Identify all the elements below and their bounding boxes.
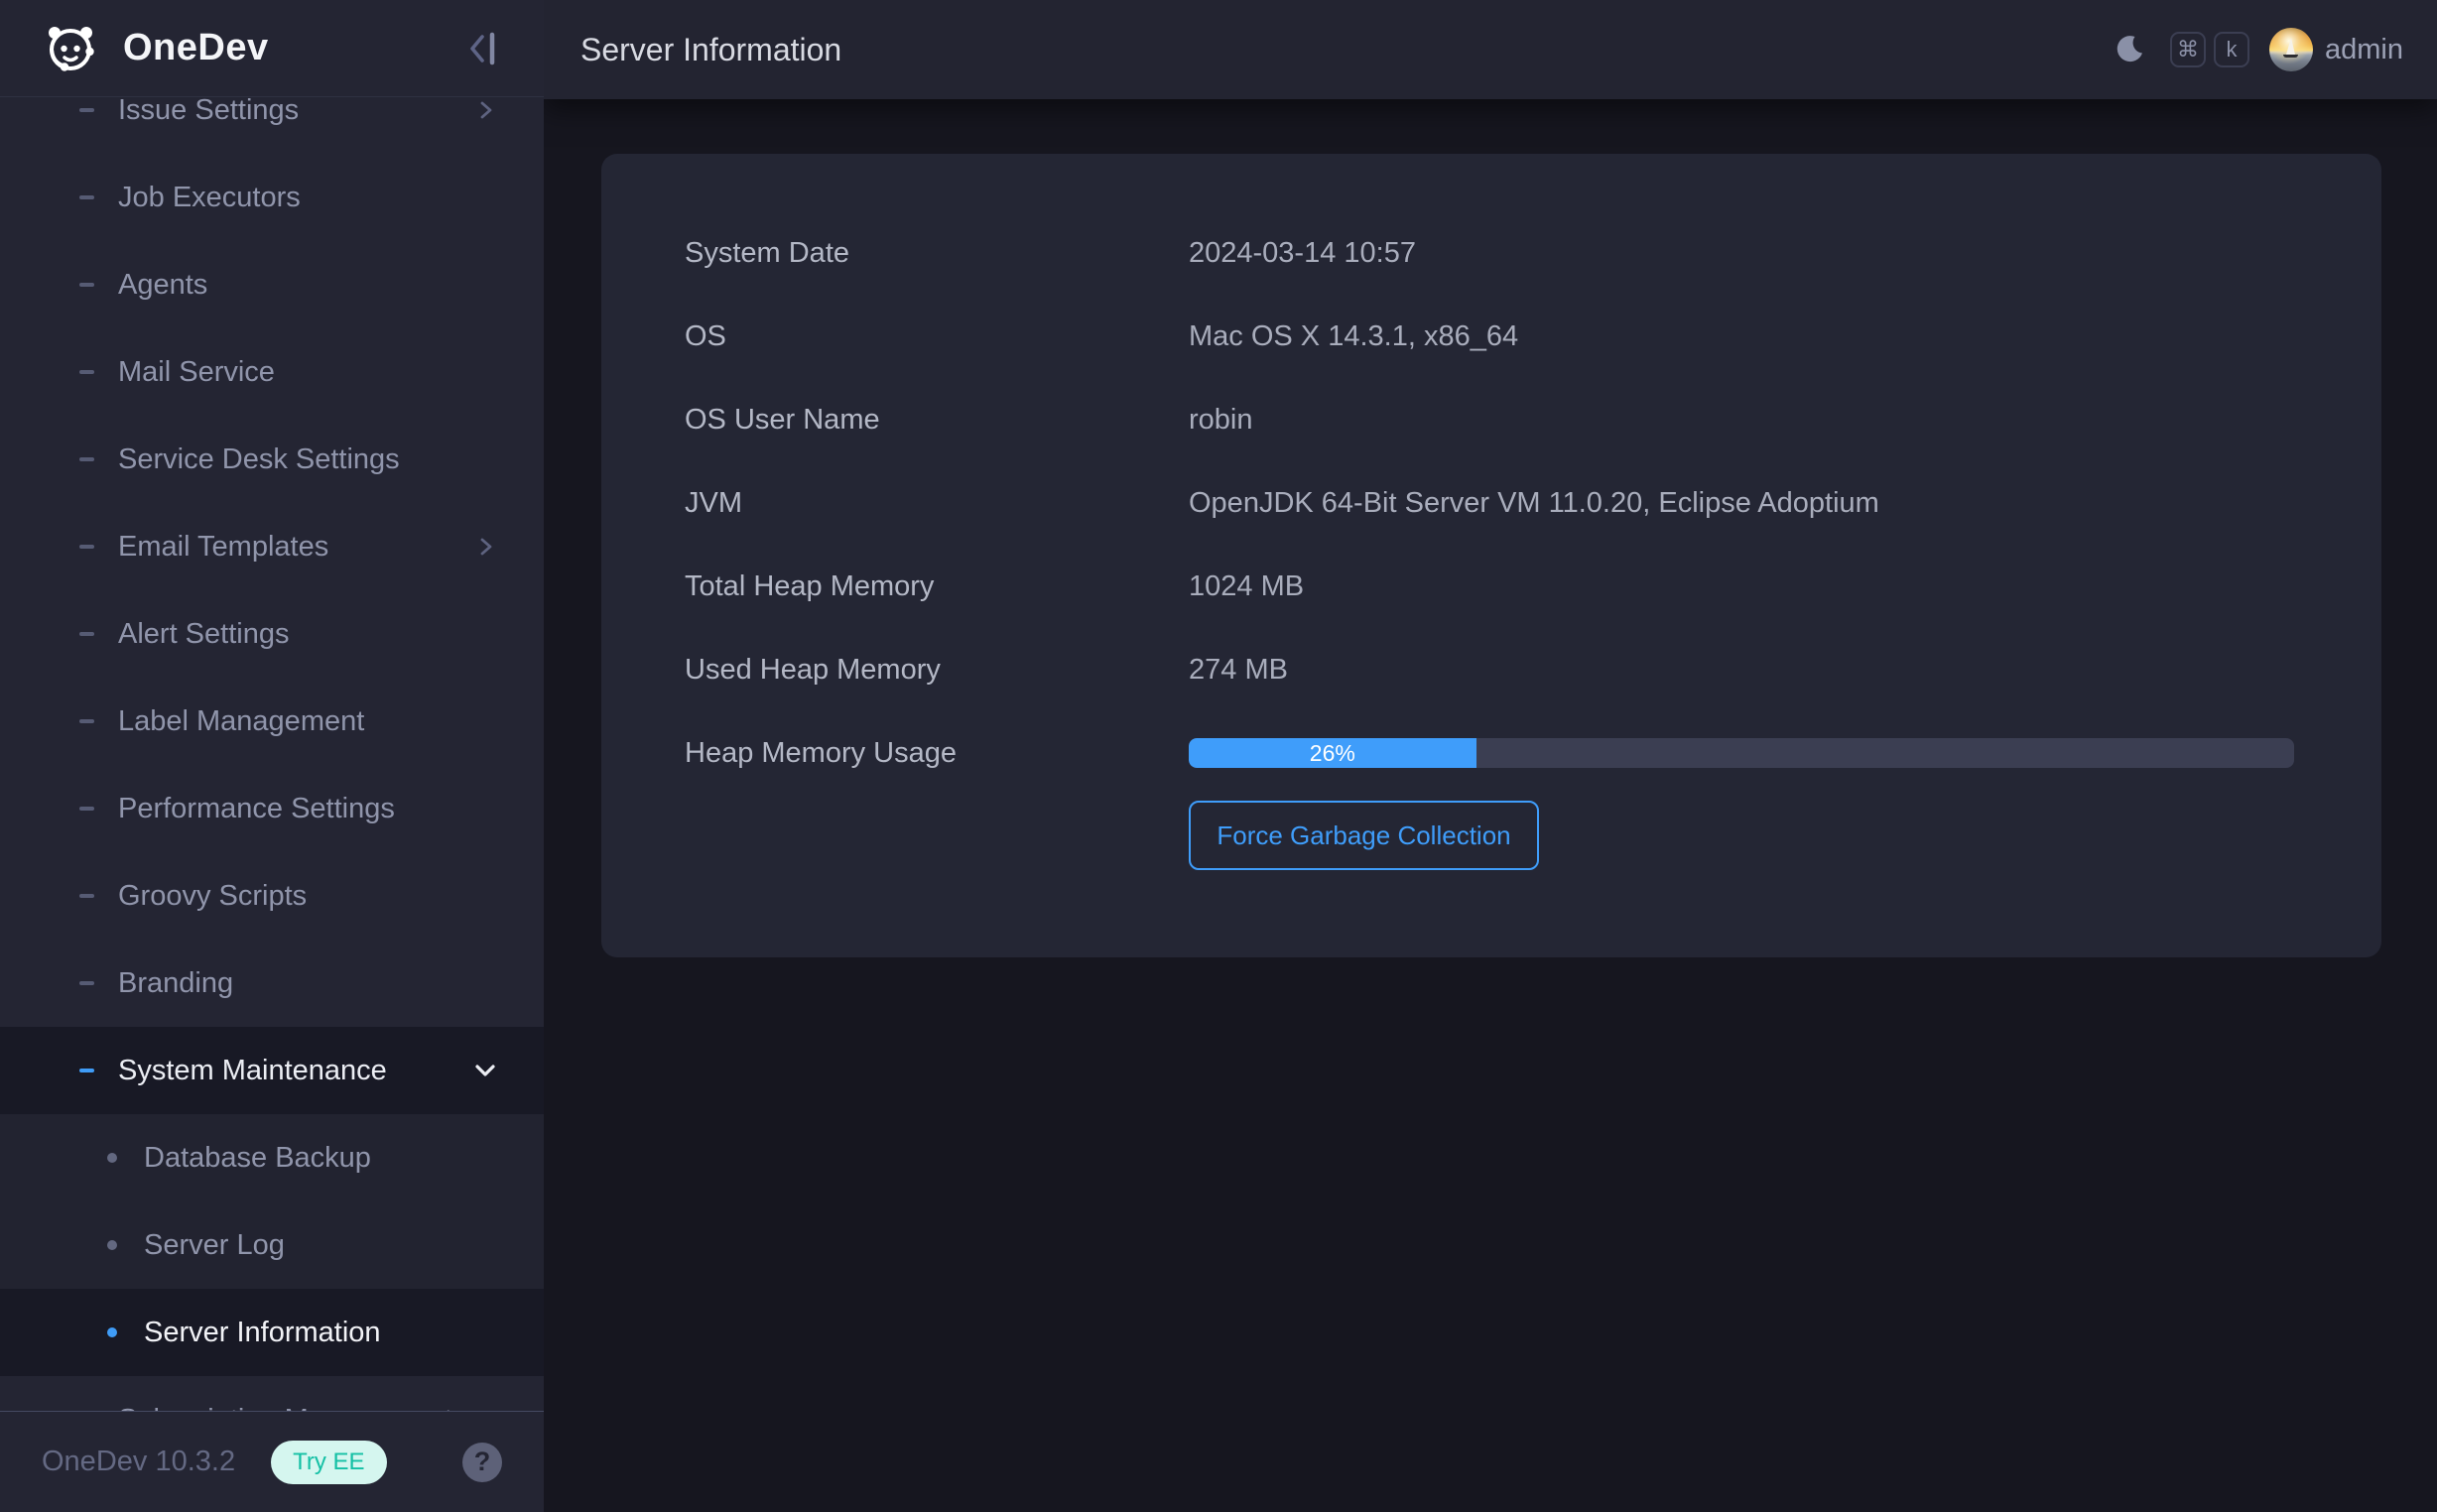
sidebar-item-agents[interactable]: Agents — [0, 241, 544, 328]
sidebar-item-label: Label Management — [118, 705, 498, 738]
sidebar-item-alert-settings[interactable]: Alert Settings — [0, 590, 544, 678]
heap-usage-progress-fill: 26% — [1189, 738, 1476, 768]
dash-icon — [79, 1069, 94, 1072]
sidebar-item-label: Performance Settings — [118, 793, 498, 825]
server-info-card: System Date 2024-03-14 10:57 OS Mac OS X… — [601, 154, 2381, 957]
user-avatar[interactable] — [2269, 28, 2313, 71]
info-label: Total Heap Memory — [685, 570, 1189, 603]
info-row-used-heap-memory: Used Heap Memory 274 MB — [685, 628, 2294, 711]
sidebar-item-label: System Maintenance — [118, 1055, 472, 1087]
info-value: OpenJDK 64-Bit Server VM 11.0.20, Eclips… — [1189, 487, 1879, 520]
dark-mode-moon-icon[interactable] — [2114, 34, 2145, 65]
dash-icon — [79, 195, 94, 199]
bullet-icon — [107, 1153, 117, 1163]
dash-icon — [79, 719, 94, 723]
sidebar-item-mail-service[interactable]: Mail Service — [0, 328, 544, 416]
dash-icon — [79, 545, 94, 549]
heap-usage-progress-bar: 26% — [1189, 738, 2294, 768]
info-row-system-date: System Date 2024-03-14 10:57 — [685, 211, 2294, 295]
info-row-os-user-name: OS User Name robin — [685, 378, 2294, 461]
cmd-key-icon[interactable]: ⌘ — [2170, 32, 2206, 67]
sidebar-item-label: Database Backup — [144, 1142, 498, 1175]
dash-icon — [79, 981, 94, 985]
info-label: Heap Memory Usage — [685, 737, 1189, 770]
dash-icon — [79, 632, 94, 636]
bullet-icon — [107, 1327, 117, 1337]
info-label: OS User Name — [685, 404, 1189, 437]
dash-icon — [79, 894, 94, 898]
sidebar-item-label: Mail Service — [118, 356, 498, 389]
version-label: OneDev 10.3.2 — [42, 1446, 235, 1478]
sidebar-item-service-desk-settings[interactable]: Service Desk Settings — [0, 416, 544, 503]
sidebar-footer: OneDev 10.3.2 Try EE ? — [0, 1411, 544, 1512]
sidebar-item-label: Subscription Management — [118, 1404, 498, 1412]
topbar-actions: ⌘ k admin — [2114, 28, 2403, 71]
sidebar-item-email-templates[interactable]: Email Templates — [0, 503, 544, 590]
sidebar-item-system-maintenance[interactable]: System Maintenance — [0, 1027, 544, 1114]
k-key-icon[interactable]: k — [2214, 32, 2249, 67]
info-label: System Date — [685, 237, 1189, 270]
info-row-total-heap-memory: Total Heap Memory 1024 MB — [685, 545, 2294, 628]
sidebar-item-branding[interactable]: Branding — [0, 940, 544, 1027]
sidebar-item-subscription-management[interactable]: Subscription Management — [0, 1376, 544, 1411]
info-value: 1024 MB — [1189, 570, 1304, 603]
sidebar-item-server-log[interactable]: Server Log — [0, 1201, 544, 1289]
info-label: OS — [685, 320, 1189, 353]
dash-icon — [79, 370, 94, 374]
sidebar-item-database-backup[interactable]: Database Backup — [0, 1114, 544, 1201]
sidebar-nav-list: Issue Settings Job Executors Agents Mail… — [0, 98, 544, 1411]
info-value: 274 MB — [1189, 654, 1288, 687]
sidebar-item-label: Issue Settings — [118, 98, 474, 127]
info-label: Used Heap Memory — [685, 654, 1189, 687]
sidebar-item-server-information[interactable]: Server Information — [0, 1289, 544, 1376]
force-garbage-collection-button[interactable]: Force Garbage Collection — [1189, 801, 1539, 870]
sidebar-item-label: Email Templates — [118, 531, 474, 564]
sidebar-item-label: Server Information — [144, 1317, 498, 1349]
info-label: JVM — [685, 487, 1189, 520]
page-title: Server Information — [580, 32, 841, 68]
chevron-down-icon — [472, 1058, 498, 1083]
onedev-logo-icon — [42, 20, 99, 77]
gc-button-row: Force Garbage Collection — [685, 801, 2294, 870]
sidebar-item-performance-settings[interactable]: Performance Settings — [0, 765, 544, 852]
info-row-os: OS Mac OS X 14.3.1, x86_64 — [685, 295, 2294, 378]
sidebar: OneDev Issue Settings Job Executors Agen… — [0, 0, 544, 1512]
bullet-icon — [107, 1240, 117, 1250]
info-value: 2024-03-14 10:57 — [1189, 237, 1416, 270]
dash-icon — [79, 283, 94, 287]
sidebar-item-label: Server Log — [144, 1229, 498, 1262]
topbar: Server Information ⌘ k admin — [544, 0, 2437, 99]
sidebar-item-label: Branding — [118, 967, 498, 1000]
sidebar-item-issue-settings[interactable]: Issue Settings — [0, 98, 544, 154]
try-ee-badge[interactable]: Try EE — [271, 1441, 386, 1484]
app-name: OneDev — [123, 27, 269, 69]
system-maintenance-submenu: Database Backup Server Log Server Inform… — [0, 1114, 544, 1376]
info-value: Mac OS X 14.3.1, x86_64 — [1189, 320, 1518, 353]
sidebar-item-label: Alert Settings — [118, 618, 498, 651]
info-row-heap-memory-usage: Heap Memory Usage 26% — [685, 711, 2294, 795]
sidebar-item-label: Groovy Scripts — [118, 880, 498, 913]
sidebar-item-label: Agents — [118, 269, 498, 302]
sidebar-item-label-management[interactable]: Label Management — [0, 678, 544, 765]
info-value: robin — [1189, 404, 1253, 437]
sidebar-collapse-button[interactable] — [466, 27, 504, 70]
dash-icon — [79, 457, 94, 461]
sidebar-item-label: Service Desk Settings — [118, 443, 498, 476]
sailboat-hull — [2283, 55, 2298, 58]
info-row-jvm: JVM OpenJDK 64-Bit Server VM 11.0.20, Ec… — [685, 461, 2294, 545]
dash-icon — [79, 108, 94, 112]
chevron-right-icon — [474, 535, 498, 559]
dash-icon — [79, 807, 94, 811]
sailboat-image — [2286, 38, 2295, 55]
sidebar-item-groovy-scripts[interactable]: Groovy Scripts — [0, 852, 544, 940]
sidebar-nav: Issue Settings Job Executors Agents Mail… — [0, 98, 544, 1411]
sidebar-item-job-executors[interactable]: Job Executors — [0, 154, 544, 241]
sidebar-item-label: Job Executors — [118, 182, 498, 214]
main-content: System Date 2024-03-14 10:57 OS Mac OS X… — [544, 99, 2437, 1512]
sidebar-header: OneDev — [0, 0, 544, 97]
heap-usage-percent-label: 26% — [1310, 740, 1355, 767]
chevron-right-icon — [474, 98, 498, 122]
help-icon[interactable]: ? — [462, 1443, 502, 1482]
username-label[interactable]: admin — [2325, 34, 2403, 66]
